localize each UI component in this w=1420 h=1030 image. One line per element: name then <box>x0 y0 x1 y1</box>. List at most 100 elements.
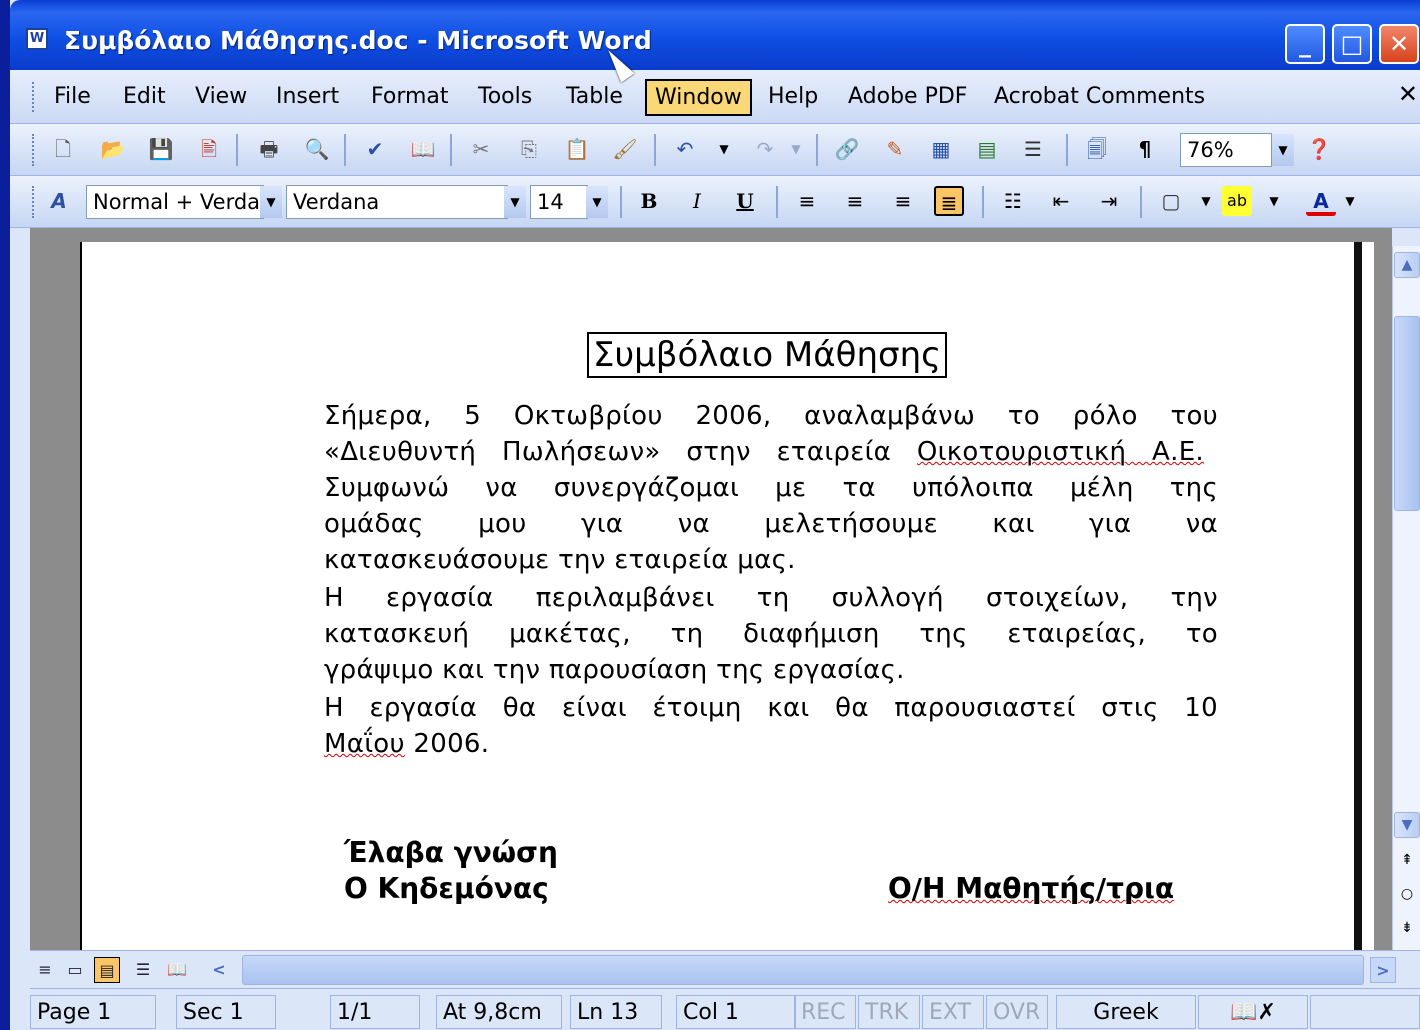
justify-icon[interactable]: ≣ <box>934 186 964 216</box>
italic-icon[interactable]: I <box>682 186 712 216</box>
font-color-icon[interactable]: A <box>1306 186 1336 216</box>
status-trk[interactable]: TRK <box>858 995 920 1029</box>
align-left-icon[interactable]: ≡ <box>792 186 822 216</box>
toolbar-grip[interactable] <box>32 134 36 166</box>
status-ext[interactable]: EXT <box>922 995 984 1029</box>
font-color-dropdown-icon[interactable]: ▼ <box>1342 186 1358 216</box>
styles-formatting-icon[interactable]: A <box>44 186 74 216</box>
menu-window[interactable]: Window <box>645 79 752 116</box>
minimize-button[interactable]: _ <box>1285 24 1325 64</box>
highlight-icon[interactable]: ab <box>1222 186 1252 216</box>
menu-view[interactable]: View <box>195 84 247 109</box>
vertical-scrollbar[interactable]: ▲ ▼ ⇞ ○ ⇟ <box>1392 246 1420 950</box>
style-dropdown-icon[interactable]: ▼ <box>260 186 282 218</box>
status-ovr[interactable]: OVR <box>986 995 1048 1029</box>
print-preview-icon[interactable]: 🔍 <box>302 134 332 164</box>
menu-insert[interactable]: Insert <box>276 84 339 109</box>
underline-icon[interactable]: U <box>730 186 760 216</box>
undo-icon[interactable]: ↶ <box>670 134 700 164</box>
scroll-right-icon[interactable]: > <box>1370 957 1396 983</box>
tables-borders-icon[interactable]: ✎ <box>880 134 910 164</box>
menu-adobe-pdf[interactable]: Adobe PDF <box>848 84 967 109</box>
status-bar: Page 1 Sec 1 1/1 At 9,8cm Ln 13 Col 1 RE… <box>30 988 1420 1030</box>
toolbar-grip-2[interactable] <box>32 186 36 218</box>
borders-icon[interactable]: ▢ <box>1156 186 1186 216</box>
print-layout-icon[interactable]: ▤ <box>94 957 120 983</box>
zoom-combo[interactable]: 76% <box>1180 133 1272 167</box>
style-combo[interactable]: Normal + Verda <box>86 185 264 219</box>
permission-icon[interactable]: 🖹 <box>194 134 224 164</box>
menu-table[interactable]: Table <box>566 84 623 109</box>
next-page-icon[interactable]: ⇟ <box>1394 916 1420 942</box>
outline-view-icon[interactable]: ☰ <box>130 957 156 983</box>
menu-grip[interactable] <box>32 82 36 112</box>
student-label: Ο/Η Μαθητής/τρια <box>888 872 1175 905</box>
research-icon[interactable]: 📖 <box>408 134 438 164</box>
paste-icon[interactable]: 📋 <box>562 134 592 164</box>
scroll-down-icon[interactable]: ▼ <box>1394 812 1420 838</box>
previous-page-icon[interactable]: ⇞ <box>1394 848 1420 874</box>
menu-acrobat-comments[interactable]: Acrobat Comments <box>994 84 1205 109</box>
vertical-scroll-thumb[interactable] <box>1394 316 1420 511</box>
copy-icon[interactable]: ⎘ <box>514 134 544 164</box>
zoom-dropdown-icon[interactable]: ▼ <box>1272 134 1294 166</box>
maximize-button[interactable]: □ <box>1332 24 1372 64</box>
hyperlink-icon[interactable]: 🔗 <box>832 134 862 164</box>
borders-dropdown-icon[interactable]: ▼ <box>1198 186 1214 216</box>
document-title: Συμβόλαιο Μάθησης <box>587 332 948 378</box>
menu-edit[interactable]: Edit <box>123 84 166 109</box>
paragraph-line-3: Συμφωνώ να συνεργάζομαι με τα υπόλοιπα μ… <box>324 473 1218 503</box>
highlight-dropdown-icon[interactable]: ▼ <box>1266 186 1282 216</box>
word-doc-icon[interactable]: W <box>26 28 48 50</box>
align-center-icon[interactable]: ≡ <box>840 186 870 216</box>
align-right-icon[interactable]: ≡ <box>888 186 918 216</box>
increase-indent-icon[interactable]: ⇥ <box>1094 186 1124 216</box>
close-button[interactable]: ✕ <box>1379 24 1419 64</box>
menu-tools[interactable]: Tools <box>478 84 532 109</box>
show-hide-icon[interactable]: ¶ <box>1130 134 1160 164</box>
menu-format[interactable]: Format <box>371 84 449 109</box>
normal-view-icon[interactable]: ≡ <box>32 957 58 983</box>
scroll-up-icon[interactable]: ▲ <box>1394 252 1420 278</box>
print-icon[interactable]: 🖶 <box>254 134 284 164</box>
undo-dropdown-icon[interactable]: ▼ <box>716 134 732 164</box>
font-size-combo[interactable]: 14 <box>530 185 588 219</box>
reading-layout-icon[interactable]: 📖 <box>164 957 190 983</box>
open-folder-icon[interactable]: 📂 <box>98 134 128 164</box>
save-icon[interactable]: 💾 <box>146 134 176 164</box>
redo-icon[interactable]: ↷ <box>750 134 780 164</box>
spelling-icon[interactable]: ✔ <box>360 134 390 164</box>
document-map-icon[interactable]: 🗐 <box>1082 134 1112 164</box>
acknowledged-label: Έλαβα γνώση <box>344 836 558 869</box>
status-section: Sec 1 <box>176 995 276 1029</box>
new-document-icon[interactable]: 🗋 <box>48 134 78 164</box>
spelling-status-icon[interactable]: 📖✗ <box>1198 995 1308 1029</box>
status-rec[interactable]: REC <box>794 995 856 1029</box>
font-dropdown-icon[interactable]: ▼ <box>504 186 526 218</box>
insert-excel-icon[interactable]: ▤ <box>972 134 1002 164</box>
columns-icon[interactable]: ☰ <box>1018 134 1048 164</box>
font-combo[interactable]: Verdana <box>286 185 508 219</box>
view-and-hscroll-bar: ≡ ▭ ▤ ☰ 📖 < > <box>30 950 1420 988</box>
menu-file[interactable]: File <box>54 84 91 109</box>
cut-icon[interactable]: ✂ <box>466 134 496 164</box>
insert-table-icon[interactable]: ▦ <box>926 134 956 164</box>
redo-dropdown-icon[interactable]: ▼ <box>788 134 804 164</box>
web-layout-icon[interactable]: ▭ <box>62 957 88 983</box>
scroll-left-icon[interactable]: < <box>206 957 232 983</box>
menu-help[interactable]: Help <box>768 84 818 109</box>
browse-object-icon[interactable]: ○ <box>1394 882 1420 908</box>
decrease-indent-icon[interactable]: ⇤ <box>1046 186 1076 216</box>
bold-icon[interactable]: B <box>634 186 664 216</box>
bullets-icon[interactable]: ☷ <box>998 186 1028 216</box>
status-language[interactable]: Greek <box>1056 995 1196 1029</box>
window-title: Συμβόλαιο Μάθησης.doc - Microsoft Word <box>64 26 652 55</box>
help-icon[interactable]: ❓ <box>1304 134 1334 164</box>
paragraph-line-7: κατασκευή μακέτας, τη διαφήμιση της εται… <box>324 619 1218 649</box>
title-bar[interactable]: W Συμβόλαιο Μάθησης.doc - Microsoft Word… <box>10 0 1420 70</box>
close-document-icon[interactable]: ✕ <box>1398 80 1418 108</box>
horizontal-scrollbar[interactable] <box>242 955 1364 985</box>
format-painter-icon[interactable]: 🖌 <box>610 134 640 164</box>
font-size-dropdown-icon[interactable]: ▼ <box>586 186 608 218</box>
document-page[interactable]: Συμβόλαιο Μάθησης Σήμερα, 5 Οκτωβρίου 20… <box>80 242 1374 950</box>
